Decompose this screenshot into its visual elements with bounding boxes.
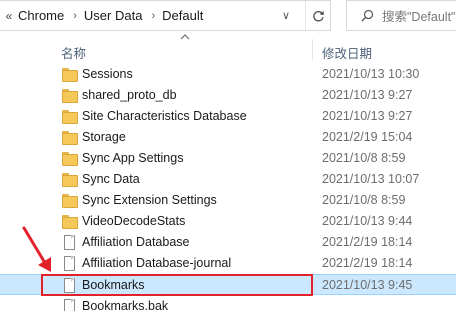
modified-date: 2021/10/8 8:59: [322, 193, 406, 207]
file-row[interactable]: Affiliation Database 2021/2/19 18:14: [0, 232, 456, 253]
search-placeholder[interactable]: 搜索"Default": [382, 6, 455, 25]
folder-icon: [62, 193, 78, 208]
file-row[interactable]: Bookmarks.bak: [0, 296, 456, 311]
folder-icon: [62, 151, 78, 166]
modified-date: 2021/2/19 18:14: [322, 256, 413, 270]
navigation-bar: « Chrome › User Data › Default ∨ 搜索"Defa…: [0, 0, 456, 33]
chevron-right-icon[interactable]: ›: [151, 10, 155, 22]
file-icon: [62, 299, 78, 311]
search-box[interactable]: 搜索"Default": [346, 0, 456, 31]
modified-date: 2021/10/13 9:27: [322, 88, 413, 102]
folder-row[interactable]: shared_proto_db 2021/10/13 9:27: [0, 85, 456, 106]
file-row[interactable]: Affiliation Database-journal 2021/2/19 18…: [0, 253, 456, 274]
modified-date: 2021/10/13 9:44: [322, 214, 413, 228]
file-name: Sync App Settings: [82, 151, 184, 165]
folder-row[interactable]: VideoDecodeStats 2021/10/13 9:44: [0, 211, 456, 232]
file-icon: [62, 235, 78, 250]
folder-icon: [62, 109, 78, 124]
breadcrumb-overflow-icon[interactable]: «: [0, 9, 18, 23]
folder-row[interactable]: Site Characteristics Database 2021/10/13 …: [0, 106, 456, 127]
folder-row[interactable]: Sync App Settings 2021/10/8 8:59: [0, 148, 456, 169]
column-header-date[interactable]: 修改日期: [322, 43, 372, 62]
modified-date: 2021/2/19 15:04: [322, 130, 413, 144]
address-bar[interactable]: « Chrome › User Data › Default ∨: [0, 0, 331, 32]
file-name: VideoDecodeStats: [82, 214, 186, 228]
folder-icon: [62, 88, 78, 103]
modified-date: 2021/10/13 10:30: [322, 67, 420, 81]
file-name: Site Characteristics Database: [82, 109, 247, 123]
file-name: Affiliation Database: [82, 235, 190, 249]
modified-date: 2021/2/19 18:14: [322, 235, 413, 249]
breadcrumb-label: User Data: [83, 8, 143, 23]
annotation-arrow-icon: [22, 226, 51, 272]
refresh-icon: [313, 11, 324, 22]
chevron-right-icon[interactable]: ›: [73, 10, 77, 22]
breadcrumb-chrome[interactable]: Chrome ›: [18, 8, 84, 23]
file-name: Affiliation Database-journal: [82, 256, 232, 270]
file-name: shared_proto_db: [82, 88, 177, 102]
column-header-name[interactable]: 名称: [61, 43, 86, 62]
search-icon: [361, 9, 374, 22]
file-name: Sessions: [82, 67, 133, 81]
folder-icon: [62, 214, 78, 229]
chevron-down-icon[interactable]: ∨: [280, 10, 292, 22]
breadcrumb-label: Chrome: [18, 8, 65, 23]
sort-ascending-icon[interactable]: [179, 33, 191, 41]
modified-date: 2021/10/13 9:45: [322, 278, 413, 292]
folder-row[interactable]: Sync Data 2021/10/13 10:07: [0, 169, 456, 190]
refresh-button[interactable]: [305, 1, 331, 32]
folder-icon: [62, 130, 78, 145]
file-name: Storage: [82, 130, 126, 144]
folder-row[interactable]: Storage 2021/2/19 15:04: [0, 127, 456, 148]
file-name: Bookmarks.bak: [82, 299, 169, 311]
breadcrumb-default[interactable]: Default: [162, 8, 203, 23]
modified-date: 2021/10/13 9:27: [322, 109, 413, 123]
column-divider[interactable]: [312, 39, 313, 61]
modified-date: 2021/10/8 8:59: [322, 151, 406, 165]
annotation-highlight-box: [41, 274, 313, 296]
file-name: Sync Data: [82, 172, 140, 186]
folder-icon: [62, 67, 78, 82]
folder-row[interactable]: Sync Extension Settings 2021/10/8 8:59: [0, 190, 456, 211]
breadcrumb-label: Default: [162, 8, 204, 23]
folder-icon: [62, 172, 78, 187]
file-name: Sync Extension Settings: [82, 193, 217, 207]
file-icon: [62, 256, 78, 271]
breadcrumb-user-data[interactable]: User Data ›: [84, 8, 162, 23]
folder-row[interactable]: Sessions 2021/10/13 10:30: [0, 64, 456, 85]
modified-date: 2021/10/13 10:07: [322, 172, 420, 186]
